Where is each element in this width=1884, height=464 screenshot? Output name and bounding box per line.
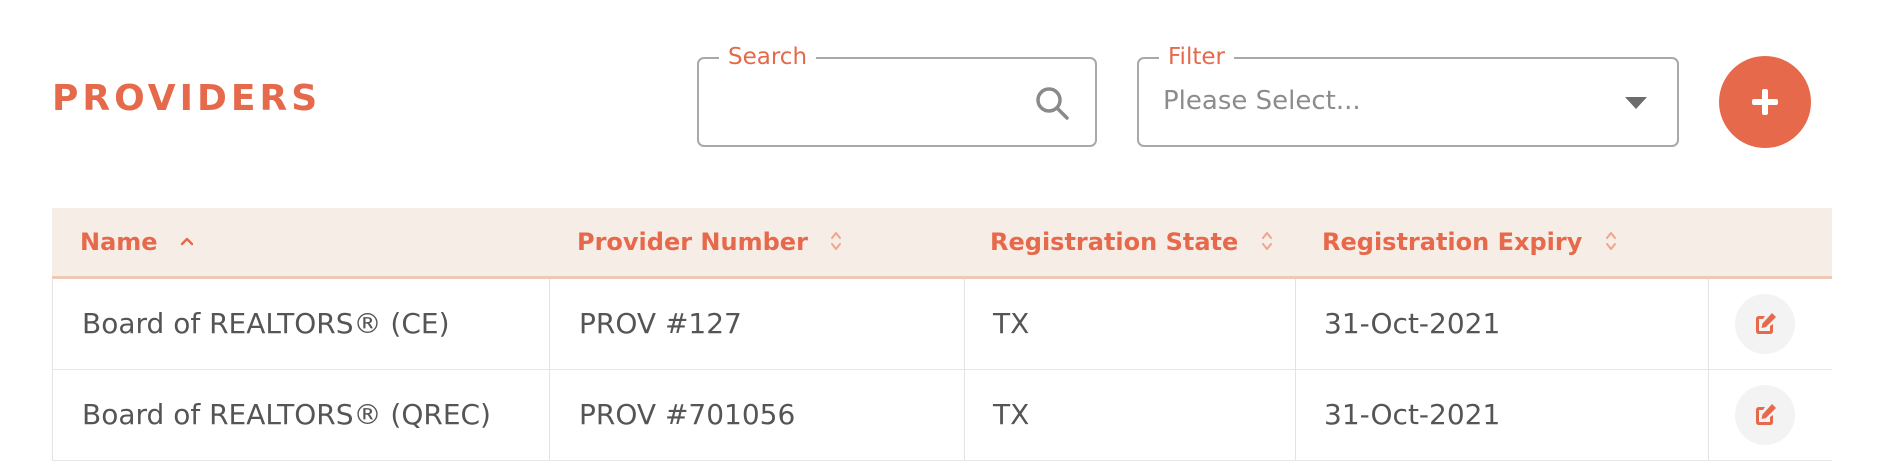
edit-button[interactable] <box>1735 294 1795 354</box>
column-header-name[interactable]: Name <box>80 208 194 276</box>
table-row[interactable]: Board of REALTORS® (QREC) PROV #701056 T… <box>52 370 1832 461</box>
table-row[interactable]: Board of REALTORS® (CE) PROV #127 TX 31-… <box>52 279 1832 370</box>
page-title: PROVIDERS <box>52 78 322 119</box>
column-divider <box>964 370 965 460</box>
column-divider <box>964 279 965 369</box>
cell-provider-number: PROV #701056 <box>579 398 796 431</box>
edit-button[interactable] <box>1735 385 1795 445</box>
column-divider <box>1708 279 1709 369</box>
filter-label: Filter <box>1159 42 1234 72</box>
sort-icon <box>1605 232 1616 250</box>
search-icon[interactable] <box>1034 85 1070 121</box>
search-label: Search <box>719 42 817 72</box>
add-provider-button[interactable] <box>1719 56 1811 148</box>
column-divider <box>549 279 550 369</box>
sort-icon <box>831 232 842 250</box>
cell-registration-state: TX <box>993 307 1030 340</box>
edit-icon <box>1756 313 1776 334</box>
filter-selected-value: Please Select... <box>1163 86 1361 116</box>
column-header-label: Name <box>80 228 158 256</box>
row-border <box>52 370 53 460</box>
providers-table: Name Provider Number Registration State … <box>52 208 1832 461</box>
column-header-label: Registration Expiry <box>1322 228 1583 256</box>
cell-name: Board of REALTORS® (QREC) <box>82 398 491 431</box>
sort-icon <box>1261 232 1272 250</box>
column-header-provider-number[interactable]: Provider Number <box>577 208 842 276</box>
column-divider <box>1295 279 1296 369</box>
cell-registration-expiry: 31-Oct-2021 <box>1324 398 1501 431</box>
column-header-label: Provider Number <box>577 228 808 256</box>
cell-provider-number: PROV #127 <box>579 307 742 340</box>
column-header-label: Registration State <box>990 228 1239 256</box>
plus-icon <box>1752 89 1778 115</box>
cell-registration-state: TX <box>993 398 1030 431</box>
table-header: Name Provider Number Registration State … <box>52 208 1832 279</box>
column-header-registration-expiry[interactable]: Registration Expiry <box>1322 208 1617 276</box>
column-divider <box>549 370 550 460</box>
search-input[interactable]: Search <box>697 42 1097 147</box>
row-border <box>52 279 53 369</box>
cell-registration-expiry: 31-Oct-2021 <box>1324 307 1501 340</box>
edit-icon <box>1756 404 1776 425</box>
column-divider <box>1708 370 1709 460</box>
column-divider <box>1295 370 1296 460</box>
chevron-down-icon[interactable] <box>1625 97 1647 109</box>
sort-ascending-icon <box>180 237 194 246</box>
column-header-registration-state[interactable]: Registration State <box>990 208 1273 276</box>
cell-name: Board of REALTORS® (CE) <box>82 307 450 340</box>
filter-select[interactable]: Filter Please Select... <box>1137 42 1679 147</box>
